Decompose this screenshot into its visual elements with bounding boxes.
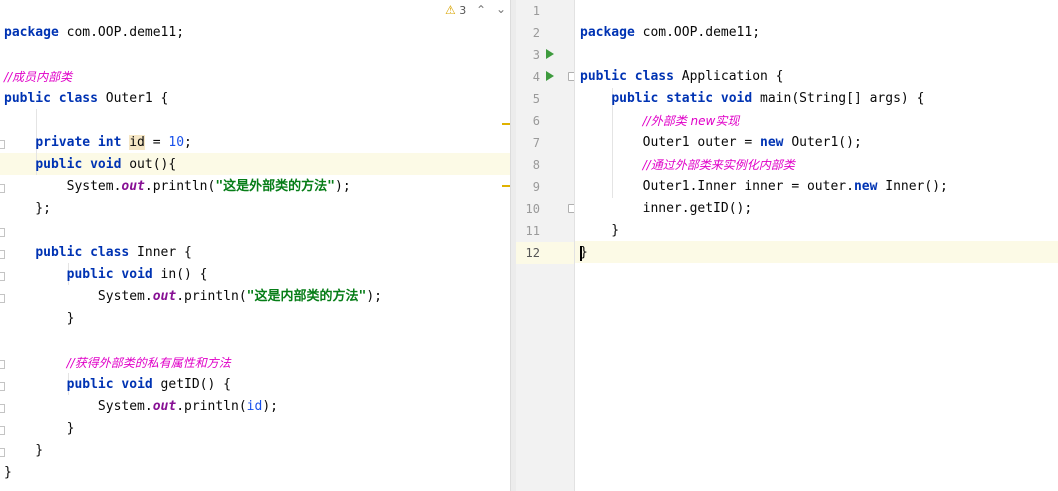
line-number: 6 xyxy=(532,114,540,128)
code-line: } xyxy=(4,443,44,458)
chevron-up-icon[interactable]: ⌃ xyxy=(476,3,486,17)
line-number: 1 xyxy=(532,4,540,18)
code-line: System.out.println("这是内部类的方法"); xyxy=(4,289,382,304)
line-number: 11 xyxy=(525,224,540,238)
code-line: public void in() { xyxy=(66,267,208,282)
change-marker[interactable] xyxy=(502,123,510,125)
code-line: public void out(){ xyxy=(35,157,177,172)
code-line: public class Outer1 { xyxy=(4,91,169,106)
code-line: System.out.println("这是外部类的方法"); xyxy=(4,179,351,194)
code-line: public class Application { xyxy=(580,69,784,84)
code-line: //获得外部类的私有属性和方法 xyxy=(66,356,231,370)
line-number: 4 xyxy=(532,70,540,84)
editor-outer1[interactable]: package com.OOP.deme11; ⚠ 3 ⌃ ⌄ //成员内部类 … xyxy=(0,0,510,491)
line-number: 10 xyxy=(525,202,540,216)
code-line: } xyxy=(580,245,588,260)
code-line: public class Inner { xyxy=(35,245,192,260)
code-line: Outer1 outer = new Outer1(); xyxy=(580,135,862,150)
inspection-widget[interactable]: ⚠ 3 xyxy=(445,3,466,19)
code-line: public static void main(String[] args) { xyxy=(611,91,925,106)
fold-marker-icon[interactable] xyxy=(568,204,574,213)
warning-triangle-icon: ⚠ xyxy=(445,3,456,17)
code-line: } xyxy=(4,421,75,436)
run-main-icon[interactable] xyxy=(546,71,554,81)
run-class-icon[interactable] xyxy=(546,49,554,59)
code-line: } xyxy=(4,465,12,480)
editor-application[interactable]: package com.OOP.deme11; public class App… xyxy=(575,0,1058,491)
code-line: public void getID() { xyxy=(66,377,231,392)
code-line: } xyxy=(580,223,620,238)
code-line: System.out.println(id); xyxy=(4,399,278,414)
code-line: inner.getID(); xyxy=(580,201,753,216)
line-number: 7 xyxy=(532,136,540,150)
code-line: package com.OOP.deme11; xyxy=(580,25,761,40)
line-number: 12 xyxy=(525,246,540,260)
text-caret xyxy=(580,246,582,261)
warning-count: 3 xyxy=(459,4,467,17)
fold-marker-icon[interactable] xyxy=(568,72,574,81)
code-line: } xyxy=(4,311,75,326)
change-marker[interactable] xyxy=(502,185,510,187)
code-line: private int id = 10; xyxy=(35,135,192,150)
line-number: 8 xyxy=(532,158,540,172)
code-line xyxy=(575,242,1058,264)
line-number: 9 xyxy=(532,180,540,194)
line-number: 5 xyxy=(532,92,540,106)
code-line: //成员内部类 xyxy=(4,70,73,84)
code-line: Outer1.Inner inner = outer.new Inner(); xyxy=(580,179,948,194)
code-line: //外部类 new实现 xyxy=(642,114,740,128)
line-number-gutter[interactable]: 1 2 3 4 5 6 7 8 9 10 11 12 xyxy=(516,0,575,491)
code-line: }; xyxy=(4,201,51,216)
line-number: 2 xyxy=(532,26,540,40)
code-line: package com.OOP.deme11; xyxy=(4,25,185,40)
chevron-down-icon[interactable]: ⌄ xyxy=(496,2,506,16)
code-line: //通过外部类来实例化内部类 xyxy=(642,158,795,172)
line-number: 3 xyxy=(532,48,540,62)
